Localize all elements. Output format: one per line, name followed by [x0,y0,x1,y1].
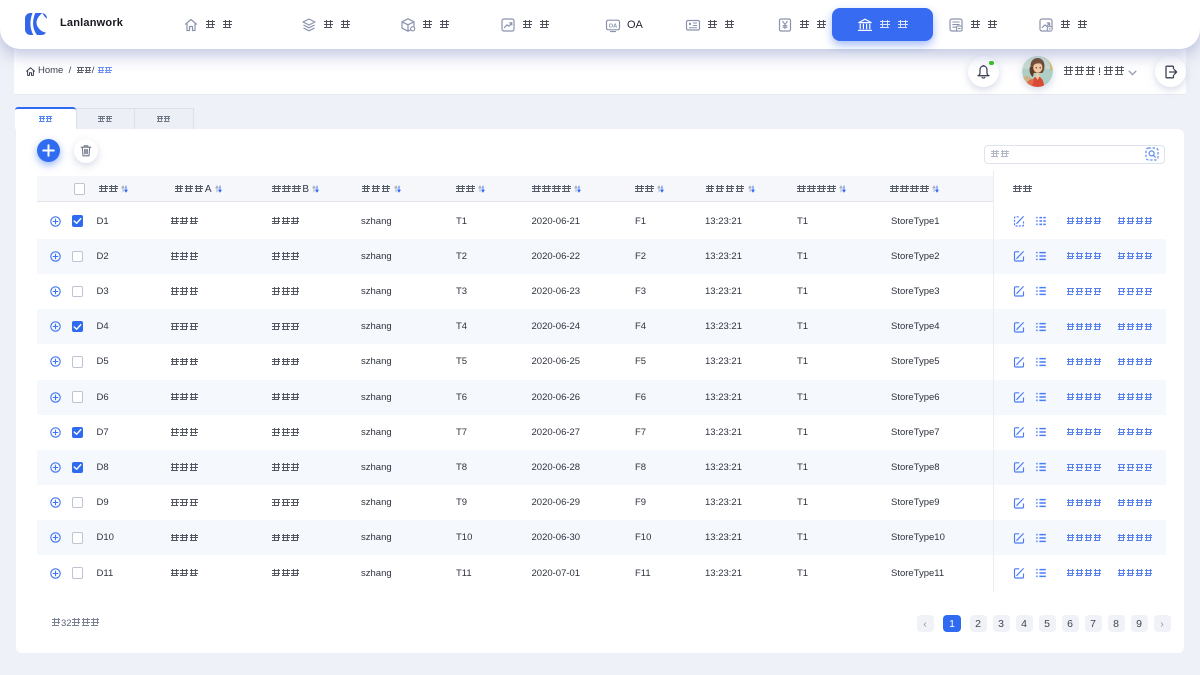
svg-text:OA: OA [609,23,617,29]
